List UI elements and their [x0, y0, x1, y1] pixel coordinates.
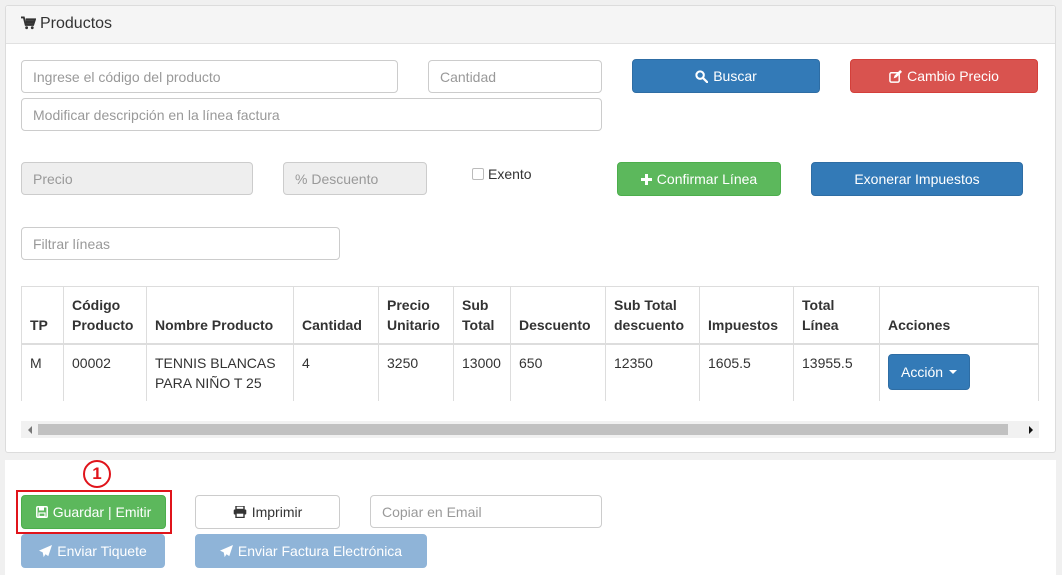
descripcion-input[interactable] — [21, 98, 602, 131]
imprimir-label: Imprimir — [251, 504, 303, 520]
cell-acciones: Acción — [879, 343, 1039, 401]
panel-title: Productos — [21, 15, 112, 33]
edit-icon — [889, 69, 903, 83]
cantidad-input[interactable] — [428, 60, 602, 93]
table-row: M 00002 TENNIS BLANCAS PARA NIÑO T 25 4 … — [21, 343, 1039, 401]
productos-table: TP Código Producto Nombre Producto Canti… — [21, 286, 1039, 401]
guardar-label: Guardar | Emitir — [52, 504, 152, 520]
cell-sub-total: 13000 — [453, 343, 511, 401]
col-header: Código Producto — [63, 286, 147, 345]
confirmar-linea-label: Confirmar Línea — [656, 171, 758, 187]
cell-cantidad: 4 — [293, 343, 379, 401]
col-header: Precio Unitario — [378, 286, 454, 345]
enviar-tiquete-button[interactable]: Enviar Tiquete — [21, 534, 165, 568]
accion-dropdown-button[interactable]: Acción — [888, 354, 971, 390]
col-header: Acciones — [879, 286, 1039, 345]
enviar-tiquete-label: Enviar Tiquete — [57, 543, 147, 559]
save-icon — [35, 506, 48, 518]
cell-descuento: 650 — [510, 343, 606, 401]
buscar-button[interactable]: Buscar — [632, 59, 820, 93]
col-header: TP — [21, 286, 64, 345]
step-annotation-badge: 1 — [83, 460, 111, 488]
exonerar-impuestos-button[interactable]: Exonerar Impuestos — [811, 162, 1023, 196]
accion-label: Acción — [901, 364, 944, 380]
panel-title-text: Productos — [40, 15, 113, 32]
cambio-precio-label: Cambio Precio — [907, 68, 999, 84]
guardar-emitir-button[interactable]: Guardar | Emitir — [21, 495, 166, 529]
enviar-factura-button[interactable]: Enviar Factura Electrónica — [195, 534, 427, 568]
col-header: Descuento — [510, 286, 606, 345]
col-header: Impuestos — [699, 286, 794, 345]
copiar-email-input[interactable] — [370, 495, 602, 528]
exento-checkbox[interactable] — [472, 168, 484, 180]
buscar-label: Buscar — [713, 68, 757, 84]
col-header: Total Línea — [793, 286, 880, 345]
col-header: Sub Total — [453, 286, 511, 345]
col-header: Nombre Producto — [146, 286, 294, 345]
cell-nombre: TENNIS BLANCAS PARA NIÑO T 25 — [146, 343, 294, 401]
paper-plane-icon — [39, 544, 53, 557]
descuento-input — [283, 162, 427, 195]
panel-heading: Productos — [6, 6, 1055, 44]
col-header: Cantidad — [293, 286, 379, 345]
caret-down-icon — [949, 370, 958, 374]
precio-input — [21, 162, 253, 195]
filtrar-lineas-input[interactable] — [21, 227, 340, 260]
scroll-right-arrow-icon[interactable] — [1022, 421, 1039, 438]
scrollbar-thumb[interactable] — [38, 424, 1008, 435]
plus-icon — [640, 173, 652, 185]
cambio-precio-button[interactable]: Cambio Precio — [850, 59, 1038, 93]
horizontal-scrollbar[interactable] — [21, 421, 1039, 438]
cell-tp: M — [21, 343, 64, 401]
confirmar-linea-button[interactable]: Confirmar Línea — [617, 162, 781, 196]
paper-plane-icon — [219, 544, 233, 557]
table-header-row: TP Código Producto Nombre Producto Canti… — [21, 286, 1039, 345]
search-icon — [695, 69, 709, 83]
print-icon — [233, 506, 247, 518]
exento-checkbox-label[interactable]: Exento — [472, 166, 532, 182]
productos-table-wrap: TP Código Producto Nombre Producto Canti… — [21, 286, 1039, 401]
cell-total-linea: 13955.5 — [793, 343, 880, 401]
cell-impuestos: 1605.5 — [699, 343, 794, 401]
exento-label: Exento — [488, 166, 532, 182]
cell-precio-unitario: 3250 — [378, 343, 454, 401]
col-header: Sub Total descuento — [605, 286, 700, 345]
imprimir-button[interactable]: Imprimir — [195, 495, 340, 529]
cell-sub-total-descuento: 12350 — [605, 343, 700, 401]
scroll-left-arrow-icon[interactable] — [21, 421, 38, 438]
shopping-cart-icon — [21, 16, 37, 30]
cell-codigo: 00002 — [63, 343, 147, 401]
exonerar-label: Exonerar Impuestos — [854, 171, 980, 187]
enviar-factura-label: Enviar Factura Electrónica — [237, 543, 403, 559]
codigo-producto-input[interactable] — [21, 60, 398, 93]
